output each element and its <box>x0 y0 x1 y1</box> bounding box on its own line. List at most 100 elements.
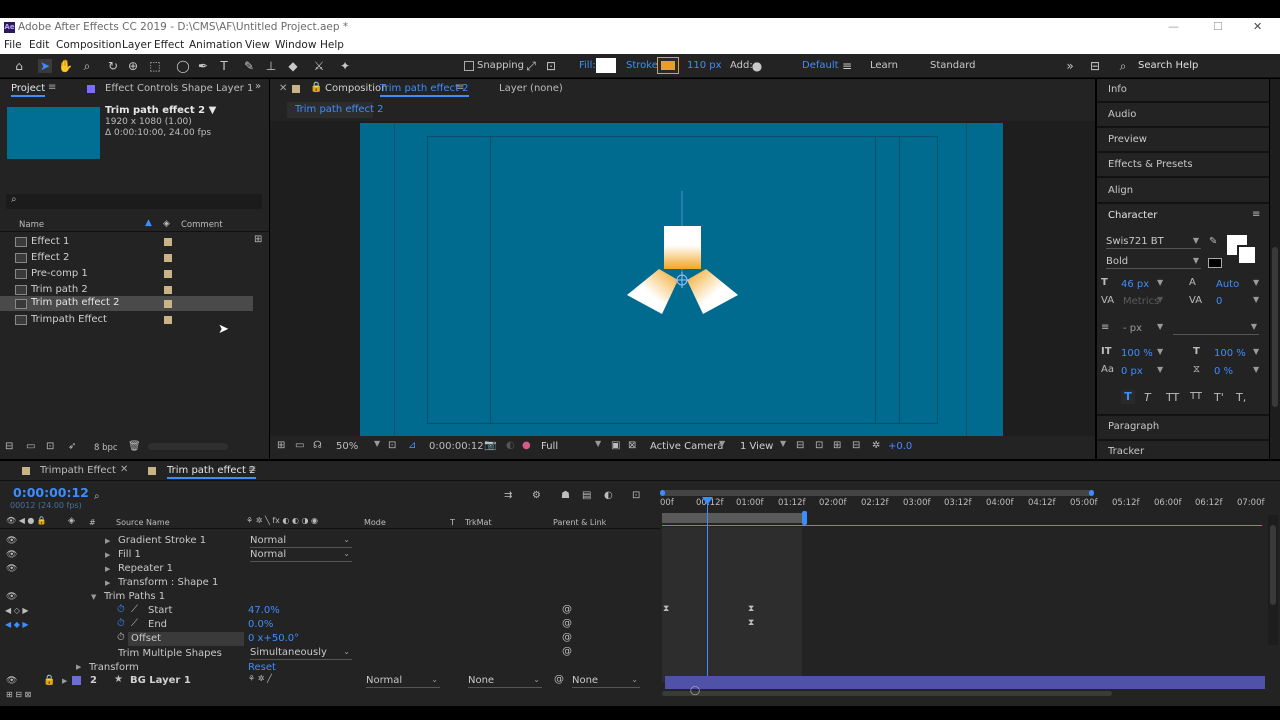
expression-icon[interactable]: @ <box>562 618 572 629</box>
transform-reset-link[interactable]: Reset <box>248 662 276 673</box>
expand-arrow-icon[interactable]: ▶ <box>62 677 67 685</box>
property-row-label[interactable]: Transform <box>89 662 139 673</box>
leading-value[interactable]: Auto <box>1216 279 1239 290</box>
audio-panel-header[interactable]: Audio <box>1108 109 1136 120</box>
property-row-label[interactable]: Fill 1 <box>118 549 141 560</box>
panel-menu-icon[interactable]: ≡ <box>1252 209 1260 220</box>
resolution-dropdown[interactable]: Full <box>541 441 558 452</box>
expression-icon[interactable]: @ <box>562 646 572 657</box>
stopwatch-icon[interactable]: ⏱ <box>117 632 125 643</box>
baseline-shift-value[interactable]: 0 px <box>1121 366 1143 377</box>
superscript-button[interactable]: T' <box>1214 391 1224 404</box>
brush-tool-icon[interactable]: ✎ <box>242 59 256 73</box>
home-icon[interactable]: ⌂ <box>12 59 26 73</box>
time-navigator[interactable] <box>662 490 1092 496</box>
paragraph-panel-header[interactable]: Paragraph <box>1108 421 1159 432</box>
tracking-value[interactable]: 0 <box>1216 296 1222 307</box>
comp-canvas[interactable] <box>360 123 1003 436</box>
trash-icon[interactable]: 🗑 <box>128 441 141 452</box>
tracker-panel-header[interactable]: Tracker <box>1108 446 1144 457</box>
layer-label-color[interactable] <box>72 676 81 685</box>
search-icon[interactable]: ⌕ <box>94 491 100 502</box>
pen-tool-icon[interactable]: ✒ <box>196 59 210 73</box>
font-style-dropdown[interactable]: Bold ▼ <box>1106 256 1201 269</box>
monitor-icon[interactable]: ▭ <box>295 440 304 451</box>
tsume-value[interactable]: 0 % <box>1214 366 1233 377</box>
label-color-swatch[interactable] <box>164 300 172 308</box>
graph-icon[interactable]: ⟋ <box>131 618 138 629</box>
snapping-checkbox[interactable] <box>464 61 474 71</box>
project-item[interactable]: Effect 1 <box>0 234 262 250</box>
frame-blending-icon[interactable]: ▤ <box>582 490 591 501</box>
label-color-swatch[interactable] <box>164 238 172 246</box>
label-color-swatch[interactable] <box>164 270 172 278</box>
panel-overflow-icon[interactable]: » <box>255 81 261 92</box>
stroke-width-value[interactable]: - px <box>1123 323 1142 334</box>
motion-blur-icon[interactable]: ◐ <box>604 490 613 501</box>
layer-2-bar[interactable] <box>665 676 1265 689</box>
small-caps-button[interactable]: TT <box>1190 391 1202 402</box>
graph-icon[interactable]: ⟋ <box>131 604 138 615</box>
expand-arrow-icon[interactable]: ▶ <box>105 551 110 559</box>
keyframe-navigator[interactable]: ◀ ◆ ▶ <box>5 620 29 629</box>
snapshot-icon[interactable]: 📷 <box>484 440 496 451</box>
column-name[interactable]: Name <box>19 220 44 230</box>
show-snapshot-icon[interactable]: ◐ <box>506 440 515 451</box>
property-row-label[interactable]: Gradient Stroke 1 <box>118 535 206 546</box>
keyframe-icon[interactable]: ⧗ <box>748 604 754 614</box>
character-panel-header[interactable]: Character <box>1108 210 1157 221</box>
zoom-tool-icon[interactable]: ⌕ <box>80 59 94 73</box>
close-button[interactable]: ✕ <box>1253 20 1262 33</box>
timeline-search-input[interactable] <box>104 493 484 505</box>
navigator-end-handle[interactable] <box>1089 490 1094 496</box>
search-help-field[interactable]: Search Help <box>1138 60 1198 71</box>
work-area-bar[interactable] <box>662 513 804 523</box>
graph-editor-icon[interactable]: ⊡ <box>632 490 640 501</box>
region-of-interest-icon[interactable]: ⊡ <box>388 440 396 451</box>
search-icon[interactable]: ⌕ <box>1116 59 1130 73</box>
menu-effect[interactable]: Effect <box>154 39 184 51</box>
panel-menu-icon[interactable]: ≡ <box>48 82 56 93</box>
zoom-dropdown[interactable]: 50% <box>336 441 358 452</box>
comp-viewer[interactable] <box>270 121 1095 436</box>
ellipse-tool-icon[interactable]: ◯ <box>176 59 190 73</box>
puppet-tool-icon[interactable]: ✦ <box>338 59 352 73</box>
pan-behind-tool-icon[interactable]: ⬚ <box>148 59 162 73</box>
mask-visibility-icon[interactable]: ☊ <box>313 440 322 451</box>
comp-name[interactable]: Trim path effect 2 ▼ <box>105 105 216 116</box>
snap-features-icon[interactable]: ⊡ <box>544 59 558 73</box>
expand-arrow-icon[interactable]: ▶ <box>105 537 110 545</box>
layer-switches[interactable]: ⚘ ✲ ╱ <box>248 674 272 683</box>
menu-composition[interactable]: Composition <box>56 39 122 51</box>
view-layout-dropdown[interactable]: 1 View <box>740 441 773 452</box>
selection-tool-icon[interactable]: ➤ <box>38 59 52 73</box>
minimize-button[interactable]: — <box>1168 20 1179 33</box>
pick-whip-icon[interactable]: @ <box>554 674 564 685</box>
tab-trim-path-effect-2[interactable]: Trim path effect 2 <box>167 465 256 479</box>
expression-icon[interactable]: @ <box>562 632 572 643</box>
align-panel-header[interactable]: Align <box>1108 185 1133 196</box>
property-row-label[interactable]: Start <box>148 605 172 616</box>
horizontal-scale-value[interactable]: 100 % <box>1214 348 1246 359</box>
subscript-button[interactable]: T, <box>1236 391 1246 404</box>
zoom-slider-handle-icon[interactable]: ◯ <box>690 686 700 696</box>
project-item-selected[interactable]: Trim path effect 2 <box>0 296 253 311</box>
zoom-slider[interactable] <box>662 691 1112 696</box>
column-parent-link[interactable]: Parent & Link <box>553 518 606 527</box>
3d-view-icon[interactable]: ⊡ <box>815 440 823 451</box>
column-comment[interactable]: Comment <box>181 220 223 230</box>
expand-arrow-icon[interactable]: ▶ <box>105 579 110 587</box>
hand-tool-icon[interactable]: ✋ <box>58 59 73 73</box>
right-panel-scrollbar[interactable] <box>1270 79 1280 459</box>
column-trkmat[interactable]: TrkMat <box>465 518 492 527</box>
stopwatch-icon[interactable]: ⏱ <box>117 618 125 629</box>
tab-project[interactable]: Project <box>11 83 46 97</box>
comp-breadcrumb[interactable]: Trim path effect 2 <box>287 102 384 118</box>
reset-exposure-icon[interactable]: ✲ <box>872 440 880 451</box>
panel-menu-icon[interactable]: ≡ <box>248 464 256 475</box>
collapse-arrow-icon[interactable]: ▼ <box>91 593 96 601</box>
eye-icon[interactable]: 👁 <box>6 550 17 560</box>
info-panel-header[interactable]: Info <box>1108 84 1127 95</box>
toggle-panes-icons[interactable]: ⊞ ⊟ ⊠ <box>6 690 31 699</box>
eraser-tool-icon[interactable]: ◆ <box>286 59 300 73</box>
